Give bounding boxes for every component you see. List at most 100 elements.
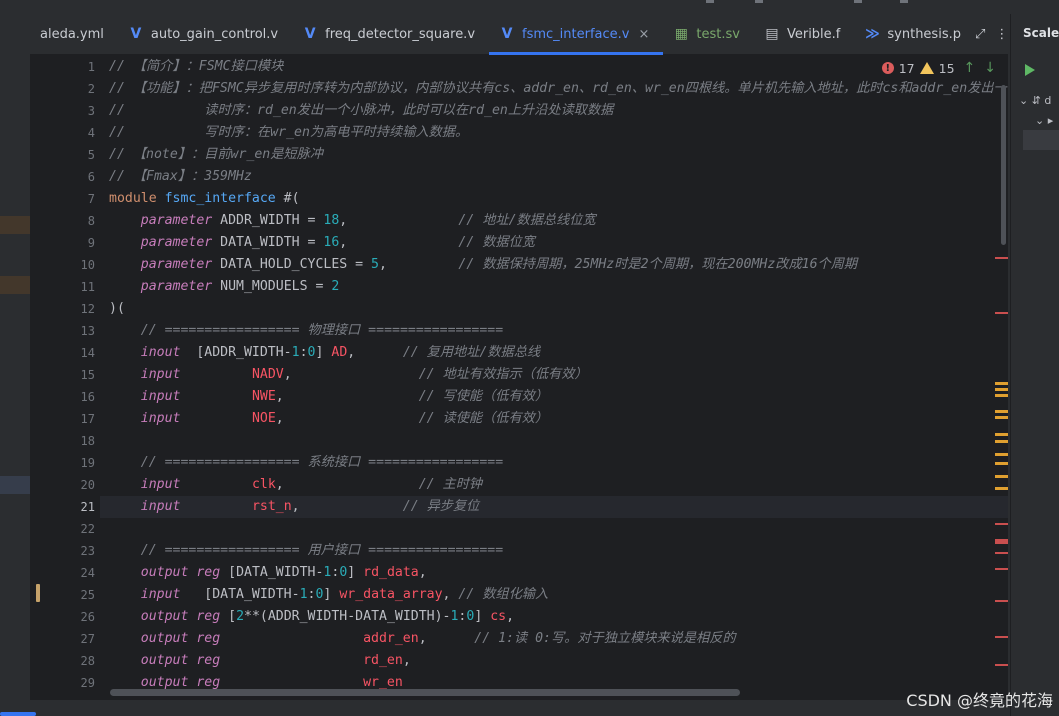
code-line[interactable]: // 【note】：目前wr_en是短脉冲 (109, 144, 323, 166)
line-number[interactable]: 21 (55, 496, 95, 518)
code-line[interactable]: parameter NUM_MODUELS = 2 (109, 276, 340, 298)
status-indicator (0, 712, 36, 716)
code-line[interactable]: input NADV, // 地址有效指示（低有效） (109, 364, 588, 386)
previous-highlight-icon[interactable]: ↑ (964, 60, 976, 76)
code-line[interactable]: output reg addr_en, // 1:读 0:写。对于独立模块来说是… (109, 628, 736, 650)
line-number[interactable]: 2 (55, 78, 95, 100)
error-stripe-mark[interactable] (995, 523, 1008, 525)
tab-verible-f[interactable]: ▤ Verible.f (754, 14, 854, 54)
warning-stripe-mark[interactable] (995, 440, 1008, 443)
error-stripe-mark[interactable] (995, 257, 1008, 259)
scrollbar-thumb[interactable] (1001, 85, 1006, 245)
code-line[interactable]: input NWE, // 写使能（低有效） (109, 386, 548, 408)
code-line[interactable]: // 【Fmax】：359MHz (109, 166, 252, 188)
code-line[interactable]: output reg [DATA_WIDTH-1:0] rd_data, (109, 562, 427, 584)
warning-stripe-mark[interactable] (995, 487, 1008, 490)
tab-auto-gain-control-v[interactable]: Vauto_gain_control.v (118, 14, 292, 54)
code-line[interactable]: input clk, // 主时钟 (109, 474, 482, 496)
code-line[interactable]: // 【功能】：把FSMC异步复用时序转为内部协议，内部协议共有cs、addr_… (109, 78, 1008, 100)
line-number[interactable]: 19 (55, 452, 95, 474)
line-number[interactable]: 11 (55, 276, 95, 298)
code-line[interactable]: )( (109, 298, 125, 320)
line-number[interactable]: 25 (55, 584, 95, 606)
line-number[interactable]: 1 (55, 56, 95, 78)
error-stripe-mark[interactable] (995, 539, 1008, 544)
line-number[interactable]: 29 (55, 672, 95, 694)
tab-synthesis-p[interactable]: ≫ synthesis.p (854, 14, 975, 54)
line-number[interactable]: 22 (55, 518, 95, 540)
next-highlight-icon[interactable]: ↓ (984, 60, 996, 76)
code-line[interactable]: // ================= 物理接口 ==============… (109, 320, 503, 342)
warning-stripe-mark[interactable] (995, 433, 1008, 436)
tab-freq-detector-square-v[interactable]: Vfreq_detector_square.v (292, 14, 489, 54)
error-stripe-mark[interactable] (995, 636, 1008, 638)
line-number[interactable]: 26 (55, 606, 95, 628)
tab-fsmc-interface-v[interactable]: Vfsmc_interface.v × (489, 14, 664, 55)
line-number[interactable]: 9 (55, 232, 95, 254)
code-line[interactable]: inout [ADDR_WIDTH-1:0] AD, // 复用地址/数据总线 (109, 342, 540, 364)
code-line[interactable]: input rst_n, // 异步复位 (109, 496, 480, 518)
expand-icon[interactable]: ⤢ (975, 27, 985, 42)
warning-stripe-mark[interactable] (995, 416, 1008, 419)
line-number-gutter[interactable]: 1 2 3 4 5 6 7 8 9 10 11 12 13 14 15 16 17 18 19 20 21 22 23 24 2… (30, 55, 100, 700)
error-stripe-mark[interactable] (995, 568, 1008, 570)
code-line[interactable]: parameter ADDR_WIDTH = 18, // 地址/数据总线位宽 (109, 210, 596, 232)
code-line[interactable]: // 读时序：rd_en发出一个小脉冲，此时可以在rd_en上升沿处读取数据 (109, 100, 613, 122)
code-line[interactable]: parameter DATA_HOLD_CYCLES = 5, // 数据保持周… (109, 254, 857, 276)
line-number[interactable]: 24 (55, 562, 95, 584)
tab-aleda-yml[interactable]: aleda.yml (30, 14, 118, 54)
code-line[interactable]: // ================= 用户接口 ==============… (109, 540, 503, 562)
line-number[interactable]: 6 (55, 166, 95, 188)
tab-test-sv[interactable]: ▦ test.sv (663, 14, 754, 54)
line-number[interactable]: 3 (55, 100, 95, 122)
code-line[interactable]: output reg [2**(ADDR_WIDTH-DATA_WIDTH)-1… (109, 606, 514, 628)
code-line[interactable]: // 写时序：在wr_en为高电平时持续输入数据。 (109, 122, 468, 144)
warning-stripe-mark[interactable] (995, 453, 1008, 456)
code-line[interactable]: parameter DATA_WIDTH = 16, // 数据位宽 (109, 232, 535, 254)
code-editor[interactable]: 1 2 3 4 5 6 7 8 9 10 11 12 13 14 15 16 17 18 19 20 21 22 23 24 2… (30, 55, 1008, 700)
line-number[interactable]: 10 (55, 254, 95, 276)
line-number[interactable]: 5 (55, 144, 95, 166)
warning-stripe-mark[interactable] (995, 475, 1008, 478)
error-stripe-mark[interactable] (995, 552, 1008, 554)
warning-stripe-mark[interactable] (995, 388, 1008, 391)
close-tab-icon[interactable]: × (638, 27, 649, 42)
line-number[interactable]: 12 (55, 298, 95, 320)
more-options-icon[interactable]: ⋮ (995, 27, 1008, 42)
code-line[interactable]: // 【简介】：FSMC接口模块 (109, 56, 283, 78)
code-line[interactable]: module fsmc_interface #( (109, 188, 300, 210)
code-token: // 【简介】：FSMC接口模块 (109, 59, 284, 74)
run-icon[interactable] (1025, 64, 1035, 76)
horizontal-scrollbar-thumb[interactable] (110, 689, 740, 696)
line-number[interactable]: 18 (55, 430, 95, 452)
warning-stripe-mark[interactable] (995, 382, 1008, 385)
warning-stripe-mark[interactable] (995, 394, 1008, 397)
error-stripe-mark[interactable] (995, 312, 1008, 314)
inspection-widget[interactable]: ! 17 15 ↑ ↓ (881, 60, 996, 76)
error-stripe-mark[interactable] (995, 600, 1008, 602)
tree-selection[interactable] (1023, 130, 1059, 150)
line-number[interactable]: 7 (55, 188, 95, 210)
code-line[interactable]: // ================= 系统接口 ==============… (109, 452, 503, 474)
line-number[interactable]: 8 (55, 210, 95, 232)
line-number[interactable]: 23 (55, 540, 95, 562)
line-number[interactable]: 13 (55, 320, 95, 342)
line-number[interactable]: 4 (55, 122, 95, 144)
line-number[interactable]: 27 (55, 628, 95, 650)
line-number[interactable]: 17 (55, 408, 95, 430)
code-token: rst_n (251, 499, 292, 514)
line-number[interactable]: 14 (55, 342, 95, 364)
vertical-scrollbar[interactable] (995, 55, 1008, 685)
code-line[interactable]: output reg rd_en, (109, 650, 411, 672)
tree-item[interactable]: ⌄ ⇵ d (1019, 94, 1051, 107)
line-number[interactable]: 15 (55, 364, 95, 386)
error-stripe-mark[interactable] (995, 664, 1008, 666)
line-number[interactable]: 20 (55, 474, 95, 496)
line-number[interactable]: 28 (55, 650, 95, 672)
line-number[interactable]: 16 (55, 386, 95, 408)
code-line[interactable]: input NOE, // 读使能（低有效） (109, 408, 548, 430)
warning-stripe-mark[interactable] (995, 410, 1008, 413)
tree-item[interactable]: ⌄ ▸ (1035, 114, 1053, 127)
warning-stripe-mark[interactable] (995, 462, 1008, 465)
code-line[interactable]: input [DATA_WIDTH-1:0] wr_data_array, //… (109, 584, 548, 606)
